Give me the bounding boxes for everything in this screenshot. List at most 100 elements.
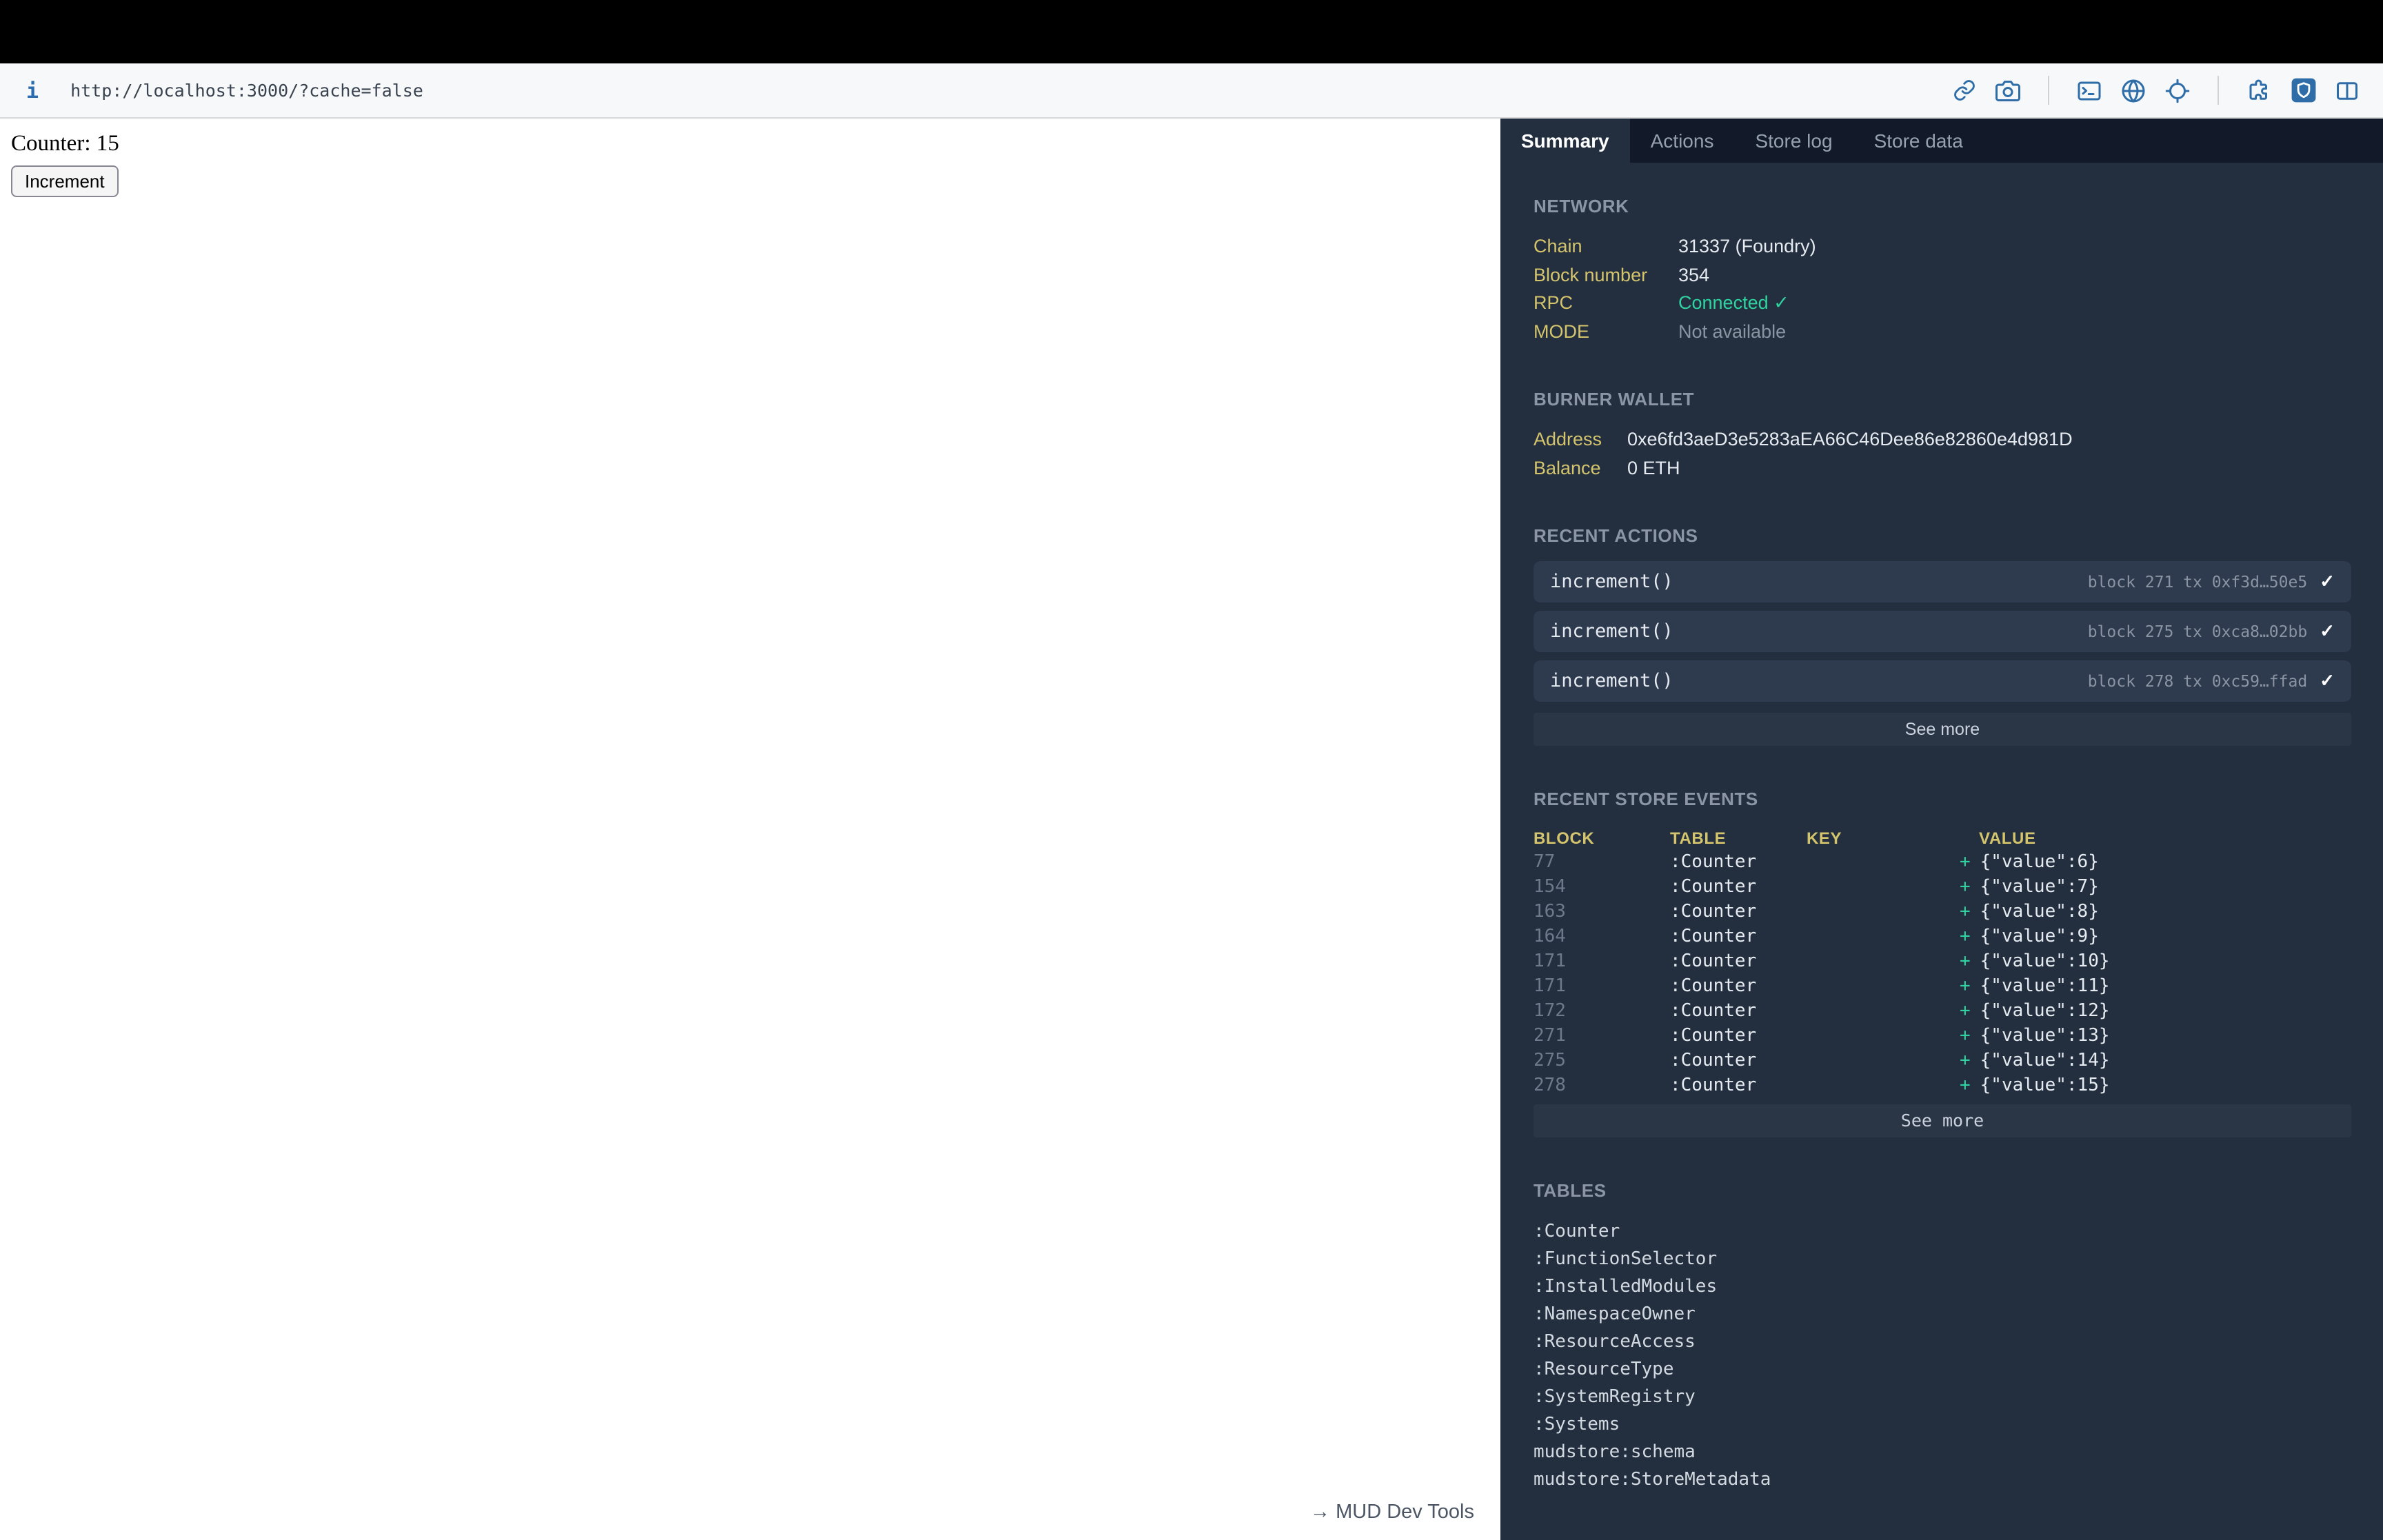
event-block: 171 xyxy=(1534,976,1566,997)
recent-actions-list: increment() block 271 tx 0xf3d…50e5 ✓ in… xyxy=(1534,561,2351,702)
table-name-item[interactable]: :InstalledModules xyxy=(1534,1274,2351,1301)
action-row[interactable]: increment() block 271 tx 0xf3d…50e5 ✓ xyxy=(1534,561,2351,602)
event-key xyxy=(1807,1049,1960,1074)
table-name-item[interactable]: :FunctionSelector xyxy=(1534,1246,2351,1274)
diff-plus-marker: + xyxy=(1960,951,1971,972)
event-value-json: {"value":6} xyxy=(1980,852,2099,873)
table-name-item[interactable]: :SystemRegistry xyxy=(1534,1384,2351,1412)
event-block: 164 xyxy=(1534,926,1566,947)
network-table: Chain 31337 (Foundry) Block number 354 R… xyxy=(1534,233,1816,346)
screenshot-icon[interactable] xyxy=(1994,77,2022,104)
table-name-item[interactable]: mudstore:schema xyxy=(1534,1439,2351,1467)
network-label: RPC xyxy=(1534,292,1573,313)
diff-plus-marker: + xyxy=(1960,1051,1971,1071)
network-label: Chain xyxy=(1534,236,1582,256)
event-value: + {"value":10} xyxy=(1960,950,2351,975)
event-value-json: {"value":13} xyxy=(1980,1026,2110,1046)
table-name-item[interactable]: :Counter xyxy=(1534,1219,2351,1246)
info-icon[interactable]: i xyxy=(26,78,39,103)
target-icon[interactable] xyxy=(2164,77,2191,104)
events-see-more-button[interactable]: See more xyxy=(1534,1104,2351,1137)
tab-actions[interactable]: Actions xyxy=(1630,119,1735,163)
event-table: :Counter xyxy=(1670,877,1757,898)
screen: i http://localhost:3000/?cache=false Cou… xyxy=(0,0,2383,1540)
event-value: + {"value":7} xyxy=(1960,875,2351,900)
extensions-icon[interactable] xyxy=(2245,77,2273,104)
event-block: 77 xyxy=(1534,852,1556,873)
store-event-row: 171 :Counter + {"value":10} xyxy=(1534,950,2351,975)
table-name-item[interactable]: :ResourceType xyxy=(1534,1357,2351,1384)
wallet-row: Address 0xe6fd3aeD3e5283aEA66C46Dee86e82… xyxy=(1534,426,2073,454)
table-name-item[interactable]: :Systems xyxy=(1534,1412,2351,1439)
event-key xyxy=(1807,925,1960,950)
event-block: 163 xyxy=(1534,902,1566,922)
store-events-rows: 77 :Counter + {"value":6} 154 :Counter +… xyxy=(1534,851,2351,1099)
action-block-tx: block 278 tx 0xc59…ffad xyxy=(2087,671,2308,691)
mode-status: Not available xyxy=(1678,321,1787,341)
network-label: Block number xyxy=(1534,264,1648,285)
action-row[interactable]: increment() block 278 tx 0xc59…ffad ✓ xyxy=(1534,660,2351,702)
tab-summary[interactable]: Summary xyxy=(1500,119,1630,163)
action-block-tx: block 275 tx 0xca8…02bb xyxy=(2087,622,2308,641)
column-header-value: VALUE xyxy=(1979,829,2036,848)
action-success-check-icon: ✓ xyxy=(2320,670,2335,691)
terminal-icon[interactable] xyxy=(2075,77,2103,104)
rpc-status: Connected ✓ xyxy=(1678,292,1789,313)
link-icon[interactable] xyxy=(1950,77,1978,104)
diff-plus-marker: + xyxy=(1960,976,1971,997)
globe-icon[interactable] xyxy=(2120,77,2147,104)
event-block: 172 xyxy=(1534,1001,1566,1022)
event-value: + {"value":14} xyxy=(1960,1049,2351,1074)
event-value: + {"value":8} xyxy=(1960,900,2351,925)
recent-actions-section: RECENT ACTIONS increment() block 271 tx … xyxy=(1534,525,2351,746)
toolbar-icons xyxy=(1950,76,2361,105)
column-header-block: BLOCK xyxy=(1534,829,1595,848)
burner-wallet-table: Address 0xe6fd3aeD3e5283aEA66C46Dee86e82… xyxy=(1534,426,2073,483)
event-block: 271 xyxy=(1534,1026,1566,1046)
network-row: MODE Not available xyxy=(1534,318,1816,346)
burner-wallet-section-title: BURNER WALLET xyxy=(1534,389,1695,409)
event-key xyxy=(1807,851,1960,875)
split-view-icon[interactable] xyxy=(2333,77,2361,104)
action-success-check-icon: ✓ xyxy=(2320,571,2335,591)
table-name-item[interactable]: :NamespaceOwner xyxy=(1534,1301,2351,1329)
event-value-json: {"value":15} xyxy=(1980,1075,2110,1096)
event-value-json: {"value":9} xyxy=(1980,926,2099,947)
event-table: :Counter xyxy=(1670,951,1757,972)
devtools-tabs: Summary Actions Store log Store data xyxy=(1500,119,2383,163)
network-section: NETWORK Chain 31337 (Foundry) Block numb… xyxy=(1534,196,2351,346)
shield-icon[interactable] xyxy=(2289,77,2317,104)
event-value-json: {"value":10} xyxy=(1980,951,2110,972)
event-value-json: {"value":7} xyxy=(1980,877,2099,898)
event-block: 275 xyxy=(1534,1051,1566,1071)
wallet-address: 0xe6fd3aeD3e5283aEA66C46Dee86e82860e4d98… xyxy=(1627,429,2073,449)
event-value: + {"value":6} xyxy=(1960,851,2351,875)
devtools-panel: Summary Actions Store log Store data NET… xyxy=(1500,119,2383,1540)
action-row[interactable]: increment() block 275 tx 0xca8…02bb ✓ xyxy=(1534,611,2351,652)
event-key xyxy=(1807,900,1960,925)
url-text[interactable]: http://localhost:3000/?cache=false xyxy=(70,80,423,101)
table-name-item[interactable]: :ResourceAccess xyxy=(1534,1329,2351,1357)
table-name-item[interactable]: mudstore:StoreMetadata xyxy=(1534,1467,2351,1495)
event-block: 278 xyxy=(1534,1075,1566,1096)
network-row: Block number 354 xyxy=(1534,261,1816,290)
event-key xyxy=(1807,975,1960,1000)
tables-section-title: TABLES xyxy=(1534,1180,1607,1201)
action-name: increment() xyxy=(1550,571,1673,593)
action-block-tx: block 271 tx 0xf3d…50e5 xyxy=(2087,572,2308,591)
mud-devtools-toggle[interactable]: → MUD Dev Tools xyxy=(1310,1501,1474,1523)
tab-store-log[interactable]: Store log xyxy=(1734,119,1853,163)
increment-button[interactable]: Increment xyxy=(11,165,119,197)
event-value: + {"value":13} xyxy=(1960,1024,2351,1049)
actions-see-more-button[interactable]: See more xyxy=(1534,713,2351,746)
diff-plus-marker: + xyxy=(1960,1001,1971,1022)
event-value: + {"value":12} xyxy=(1960,1000,2351,1024)
event-table: :Counter xyxy=(1670,852,1757,873)
tab-store-data[interactable]: Store data xyxy=(1853,119,1984,163)
wallet-label: Address xyxy=(1534,429,1602,449)
network-row: Chain 31337 (Foundry) xyxy=(1534,233,1816,261)
action-name: increment() xyxy=(1550,620,1673,642)
event-table: :Counter xyxy=(1670,1075,1757,1096)
event-value-json: {"value":12} xyxy=(1980,1001,2110,1022)
tables-list: :Counter :FunctionSelector :InstalledMod… xyxy=(1534,1219,2351,1495)
